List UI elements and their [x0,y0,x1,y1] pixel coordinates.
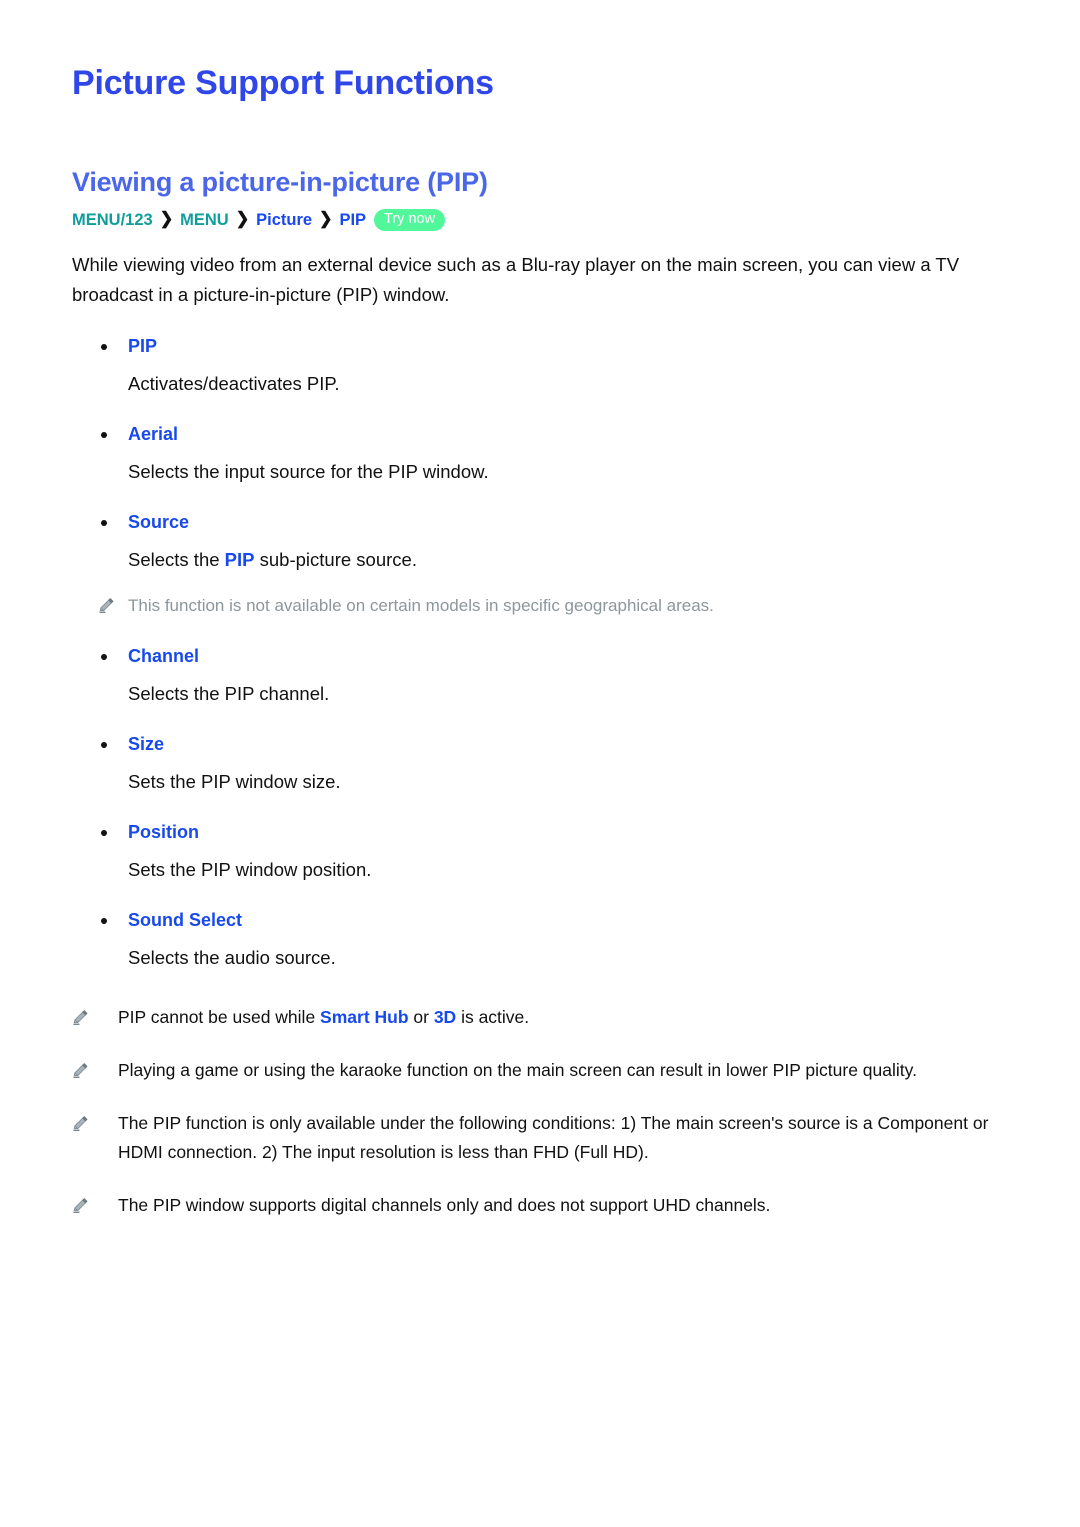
section-title: Viewing a picture-in-picture (PIP) [72,166,488,197]
footnote-text: Playing a game or using the karaoke func… [118,1060,917,1081]
footnote-text: PIP cannot be used while [118,1007,321,1028]
pencil-icon [73,1198,88,1214]
option-label-text: Source [128,512,190,533]
option-label-text: Sound Select [128,910,243,931]
footnotes-list: PIP cannot be used while Smart Hub or 3D… [72,1003,1008,1220]
option-description: Selects the PIP sub-picture source. [72,534,1008,574]
pencil-icon [99,598,114,614]
option-description-text: Activates/deactivates PIP. [128,373,340,395]
list-item: Channel Selects the PIP channel. [72,644,1008,708]
breadcrumb-item-menu-123[interactable]: MENU/123 [72,209,153,231]
list-item: PIP Activates/deactivates PIP. [72,334,1008,398]
pencil-icon [73,1116,88,1132]
option-label-channel: Channel [72,644,1008,668]
bullet-dot-icon [101,520,107,527]
chevron-right-icon: ❯ [319,210,333,229]
chevron-right-icon: ❯ [235,210,250,229]
list-item: Size Sets the PIP window size. [72,732,1008,796]
list-item: Sound Select Selects the audio source. [72,908,1008,972]
footnote-row: Playing a game or using the karaoke func… [72,1056,1008,1085]
breadcrumb-item-pip[interactable]: PIP [339,209,366,231]
option-label-size: Size [72,732,1008,756]
option-description: Selects the audio source. [72,932,1008,972]
option-description: Sets the PIP window position. [72,844,1008,884]
option-description-text: Selects the input source for the PIP win… [128,461,489,483]
breadcrumb: MENU/123 ❯ MENU ❯ Picture ❯ PIP Try now [72,209,1008,232]
option-label-pip: PIP [72,334,1008,358]
footnote-text-cont: or [408,1007,434,1028]
option-label-text: PIP [128,336,158,357]
option-label-text: Size [128,734,165,755]
inline-term-3d: 3D [433,1007,457,1028]
try-now-badge[interactable]: Try now [374,209,446,232]
list-item: Position Sets the PIP window position. [72,820,1008,884]
inline-term-pip: PIP [224,549,255,571]
footnote-row: PIP cannot be used while Smart Hub or 3D… [72,1003,1008,1032]
bullet-dot-icon [101,344,107,351]
pip-options-list: PIP Activates/deactivates PIP. Aerial Se… [72,334,1008,972]
footnote-text-end: is active. [456,1007,530,1028]
option-description-text: Selects the [128,549,225,571]
help-document-page: Picture Support Functions Viewing a pict… [0,0,1080,1527]
list-item: Aerial Selects the input source for the … [72,422,1008,486]
footnote-text: The PIP window supports digital channels… [118,1195,771,1216]
breadcrumb-item-menu[interactable]: MENU [180,209,229,231]
option-description-text: Sets the PIP window position. [128,859,372,881]
option-label-text: Aerial [128,424,179,445]
option-label-text: Position [128,822,199,843]
option-label-aerial: Aerial [72,422,1008,446]
bullet-dot-icon [101,918,107,925]
footnote-text: The PIP function is only available under… [118,1113,989,1163]
option-description-text: Selects the audio source. [128,947,336,969]
page-title: Picture Support Functions [72,64,494,102]
list-item: Source Selects the PIP sub-picture sourc… [72,510,1008,620]
option-description: Selects the PIP channel. [72,668,1008,708]
breadcrumb-item-picture[interactable]: Picture [256,209,312,231]
option-description: Sets the PIP window size. [72,756,1008,796]
inline-term-smart-hub: Smart Hub [320,1007,409,1028]
option-label-sound-select: Sound Select [72,908,1008,932]
chevron-right-icon: ❯ [159,210,174,229]
pencil-icon [73,1063,88,1079]
bullet-dot-icon [101,654,107,661]
footnote-row: The PIP function is only available under… [72,1109,1008,1167]
bullet-dot-icon [101,432,107,439]
option-label-position: Position [72,820,1008,844]
option-description-text: Selects the PIP channel. [128,683,330,705]
option-label-source: Source [72,510,1008,534]
option-description-text: Sets the PIP window size. [128,771,341,793]
option-description: Activates/deactivates PIP. [72,358,1008,398]
option-description-text-cont: sub-picture source. [254,549,417,571]
bullet-dot-icon [101,830,107,837]
option-label-text: Channel [128,646,200,667]
option-note-text: This function is not available on certai… [128,596,714,616]
option-note: This function is not available on certai… [72,592,1008,620]
bullet-dot-icon [101,742,107,749]
footnote-row: The PIP window supports digital channels… [72,1191,1008,1220]
option-description: Selects the input source for the PIP win… [72,446,1008,486]
intro-paragraph: While viewing video from an external dev… [72,254,960,306]
pencil-icon [73,1010,88,1026]
